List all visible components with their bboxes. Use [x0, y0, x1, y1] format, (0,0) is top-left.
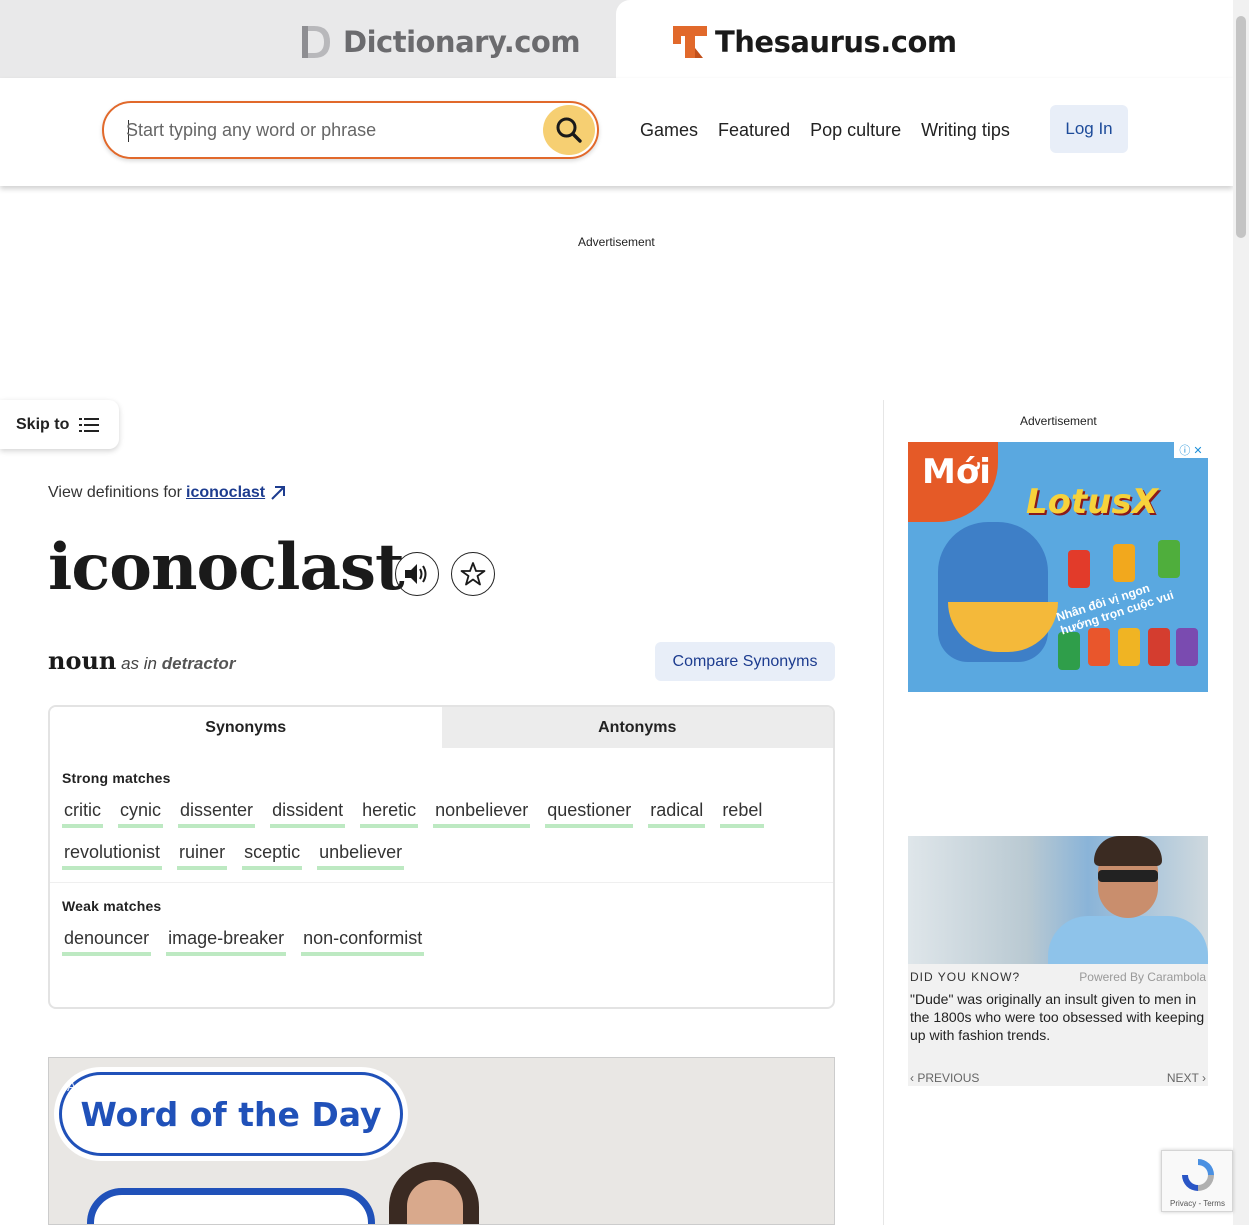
video-word-badge	[87, 1188, 375, 1224]
thesaurus-brand-name: Thesaurus.com	[715, 25, 957, 59]
scrollbar-thumb[interactable]	[1236, 16, 1246, 238]
weak-matches-title: Weak matches	[62, 898, 162, 914]
pronunciation-button[interactable]	[395, 552, 439, 596]
nav-featured[interactable]: Featured	[718, 120, 790, 141]
nav-pop-culture[interactable]: Pop culture	[810, 120, 901, 141]
speaker-icon	[405, 564, 427, 584]
synonym-chip[interactable]: dissenter	[178, 798, 256, 828]
powered-by-label[interactable]: Powered By Carambola	[1079, 970, 1206, 984]
synonym-chip[interactable]: heretic	[360, 798, 419, 828]
adchoices-icon[interactable]: ⓘ ✕	[1174, 442, 1208, 458]
synonym-chip[interactable]: dissident	[270, 798, 346, 828]
login-button[interactable]: Log In	[1050, 105, 1128, 153]
next-label: NEXT	[1166, 1071, 1199, 1085]
strong-matches-title: Strong matches	[62, 770, 171, 786]
view-definitions: View definitions for iconoclast	[48, 484, 287, 502]
synonym-chip[interactable]: image-breaker	[166, 926, 287, 956]
synonym-chip[interactable]: rebel	[720, 798, 765, 828]
star-icon	[460, 562, 486, 586]
thesaurus-logo-icon	[673, 26, 707, 58]
page-title: iconoclast	[48, 530, 405, 605]
weak-matches-section: Weak matches denouncer image-breaker non…	[50, 882, 833, 956]
ad-product	[1176, 628, 1198, 666]
did-you-know-widget: DID YOU KNOW? Powered By Carambola "Dude…	[908, 836, 1208, 1086]
top-ad-label: Advertisement	[578, 235, 655, 249]
dictionary-tab[interactable]: Dictionary.com	[300, 24, 581, 60]
dictionary-logo-icon	[302, 26, 330, 58]
tab-antonyms[interactable]: Antonyms	[441, 707, 833, 748]
main-nav: Games Featured Pop culture Writing tips	[640, 120, 1010, 141]
as-in-label: as in	[121, 654, 158, 673]
sidebar-divider	[883, 400, 884, 1225]
synonym-chip[interactable]: critic	[62, 798, 103, 828]
synonym-chip[interactable]: non-conformist	[301, 926, 425, 956]
search-input[interactable]	[126, 115, 526, 145]
scrollbar[interactable]	[1233, 0, 1249, 1225]
side-advertisement[interactable]: Mới LotusX Nhân đôi vị ngon hướng trọn c…	[908, 442, 1208, 692]
video-caption: Amanuensis, Word of the Day	[67, 1078, 253, 1094]
search-button[interactable]	[543, 105, 595, 155]
strong-matches-list: critic cynic dissenter dissident heretic…	[62, 798, 821, 870]
nav-games[interactable]: Games	[640, 120, 698, 141]
synonym-chip[interactable]: ruiner	[177, 840, 228, 870]
skip-to-label: Skip to	[16, 415, 70, 433]
ad-brand: LotusX	[1026, 482, 1158, 522]
did-you-know-label: DID YOU KNOW?	[910, 970, 1021, 984]
list-icon	[79, 417, 100, 432]
ad-product	[1118, 628, 1140, 666]
ad-product	[1113, 544, 1135, 582]
ad-product	[1148, 628, 1170, 666]
recaptcha-text: Privacy - Terms	[1170, 1199, 1225, 1208]
nav-writing-tips[interactable]: Writing tips	[921, 120, 1010, 141]
did-you-know-fact: "Dude" was originally an insult given to…	[910, 991, 1205, 1043]
part-of-speech-line: noun as in detractor	[48, 646, 235, 675]
synonym-chip[interactable]: nonbeliever	[433, 798, 531, 828]
view-definitions-link[interactable]: iconoclast	[186, 484, 265, 502]
sense-label: detractor	[161, 654, 236, 673]
ad-product	[1088, 628, 1110, 666]
ad-product	[1058, 632, 1080, 670]
chevron-right-icon: ›	[1202, 1071, 1206, 1085]
compare-synonyms-button[interactable]: Compare Synonyms	[655, 642, 835, 681]
synonym-chip[interactable]: unbeliever	[317, 840, 405, 870]
previous-label: PREVIOUS	[917, 1071, 980, 1085]
skip-to-button[interactable]: Skip to	[0, 400, 119, 449]
synonym-chip[interactable]: sceptic	[242, 840, 303, 870]
strong-matches-section: Strong matches critic cynic dissenter di…	[50, 748, 833, 870]
ad-product	[1068, 550, 1090, 588]
side-ad-label: Advertisement	[1020, 414, 1097, 428]
recaptcha-badge[interactable]: Privacy - Terms	[1161, 1150, 1233, 1212]
ad-headline: Mới	[908, 442, 998, 522]
word-of-the-day-video[interactable]: Word of the Day Amanuensis, Word of the …	[48, 1057, 835, 1225]
ad-product	[1158, 540, 1180, 578]
previous-button[interactable]: ‹ PREVIOUS	[910, 1071, 979, 1085]
search-bar	[102, 101, 599, 159]
did-you-know-photo	[908, 836, 1208, 964]
next-button[interactable]: NEXT ›	[1167, 1071, 1206, 1085]
synonym-chip[interactable]: questioner	[545, 798, 634, 828]
tab-synonyms[interactable]: Synonyms	[50, 707, 442, 748]
page: Dictionary.com Thesaurus.com Start typin…	[0, 0, 1249, 1225]
synonym-chip[interactable]: cynic	[118, 798, 164, 828]
weak-matches-list: denouncer image-breaker non-conformist	[62, 926, 821, 956]
view-definitions-prefix: View definitions for	[48, 484, 182, 501]
tab-bar: Synonyms Antonyms	[50, 707, 833, 748]
search-icon	[556, 117, 582, 143]
header: Games Featured Pop culture Writing tips …	[0, 78, 1233, 186]
synonym-chip[interactable]: revolutionist	[62, 840, 163, 870]
dictionary-brand-name: Dictionary.com	[343, 25, 581, 59]
chevron-left-icon: ‹	[910, 1071, 914, 1085]
video-presenter	[389, 1162, 479, 1224]
recaptcha-icon	[1182, 1159, 1214, 1191]
synonyms-card: Synonyms Antonyms Strong matches critic …	[48, 705, 835, 1009]
favorite-button[interactable]	[451, 552, 495, 596]
synonym-chip[interactable]: radical	[648, 798, 706, 828]
part-of-speech: noun	[48, 646, 117, 675]
thesaurus-tab[interactable]: Thesaurus.com	[616, 0, 1233, 78]
external-link-icon[interactable]	[269, 484, 287, 502]
synonym-chip[interactable]: denouncer	[62, 926, 152, 956]
